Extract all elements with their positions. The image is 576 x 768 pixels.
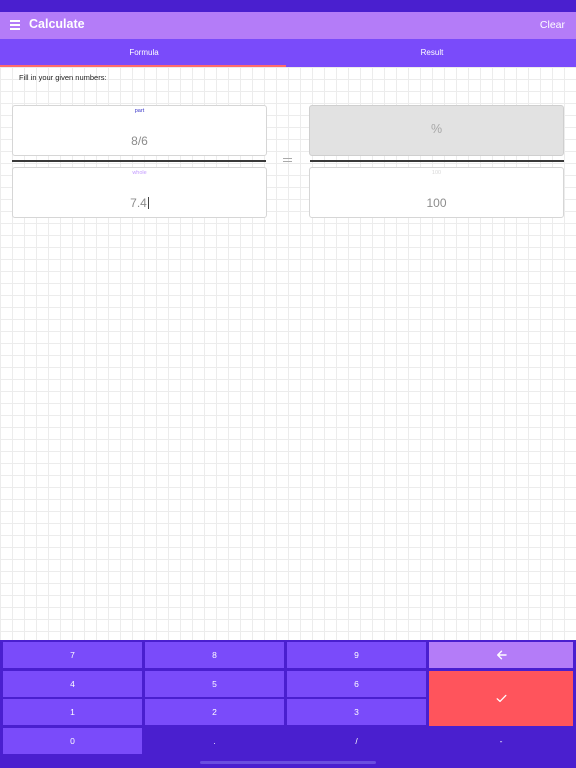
whole-value: 7.4 (130, 196, 147, 210)
key-6[interactable]: 6 (287, 671, 426, 697)
tab-bar: Formula Result (0, 39, 576, 67)
hundred-field: 100 100 (309, 167, 564, 218)
app-title: Calculate (29, 17, 85, 31)
key-9[interactable]: 9 (287, 642, 426, 668)
part-input[interactable]: part 8/6 (12, 105, 267, 156)
hundred-value: 100 (426, 196, 447, 210)
part-value: 8/6 (131, 134, 148, 148)
whole-label: whole (132, 170, 147, 176)
whole-input[interactable]: whole 7.4 (12, 167, 267, 218)
formula-panel: Fill in your given numbers: part 8/6 who… (0, 67, 576, 640)
part-label: part (134, 108, 145, 114)
tab-result[interactable]: Result (288, 39, 576, 67)
equals-sign: = (283, 158, 292, 164)
confirm-button[interactable] (429, 671, 573, 726)
clear-button[interactable]: Clear (540, 19, 565, 31)
status-bar (0, 0, 576, 12)
whole-value-wrapper: 7.4 (13, 196, 266, 210)
percent-result-field: % (309, 105, 564, 156)
numeric-keypad: 7 8 9 4 5 6 1 2 3 0 . / - (0, 640, 576, 768)
instruction-text: Fill in your given numbers: (19, 73, 107, 82)
left-fraction-line (12, 160, 266, 162)
tab-formula[interactable]: Formula (0, 39, 288, 67)
key-7[interactable]: 7 (3, 642, 142, 668)
key-3[interactable]: 3 (287, 699, 426, 725)
check-icon (496, 694, 506, 703)
right-fraction-line (310, 160, 564, 162)
key-2[interactable]: 2 (145, 699, 284, 725)
percent-value: % (430, 122, 443, 136)
key-slash[interactable]: / (287, 728, 426, 754)
text-cursor (147, 197, 149, 209)
key-decimal[interactable]: . (145, 728, 284, 754)
key-1[interactable]: 1 (3, 699, 142, 725)
key-minus[interactable]: - (429, 728, 573, 754)
key-4[interactable]: 4 (3, 671, 142, 697)
hamburger-menu-icon[interactable] (10, 20, 20, 30)
key-0[interactable]: 0 (3, 728, 142, 754)
app-bar: Calculate Clear (0, 12, 576, 39)
key-5[interactable]: 5 (145, 671, 284, 697)
key-8[interactable]: 8 (145, 642, 284, 668)
hundred-label: 100 (431, 170, 442, 176)
home-indicator (200, 761, 376, 764)
arrow-left-icon (496, 650, 507, 660)
backspace-button[interactable] (429, 642, 573, 668)
